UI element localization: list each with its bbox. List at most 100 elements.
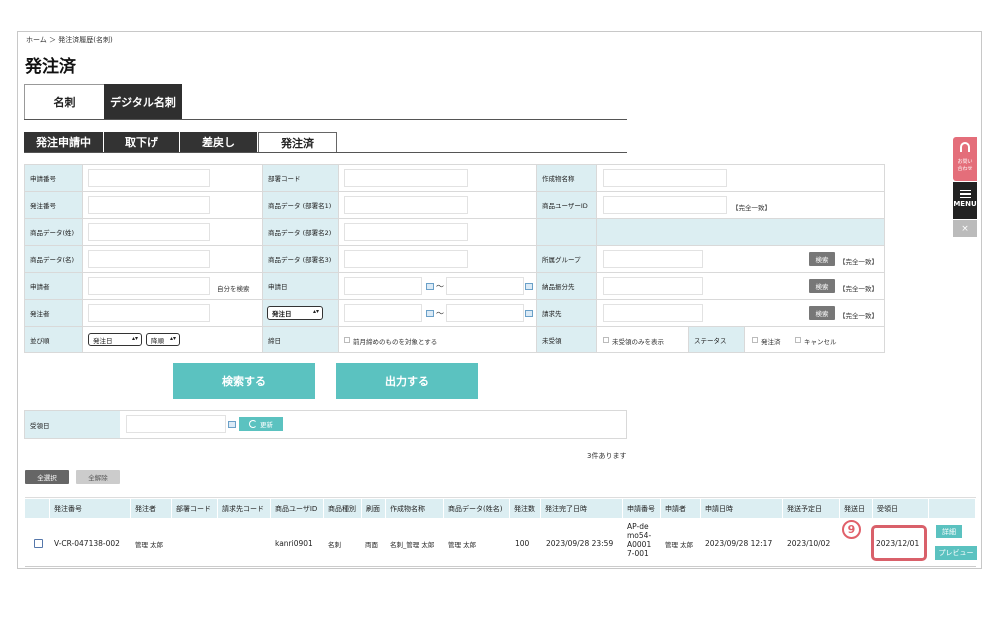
exact-match-note: 【完全一致】 (839, 258, 878, 266)
cell (339, 165, 537, 192)
tab-divider (24, 119, 627, 120)
unreceived-checkbox[interactable] (603, 337, 609, 343)
tab-withdrawn[interactable]: 取下げ (104, 132, 179, 152)
group-input[interactable] (603, 250, 703, 268)
applicant-input[interactable] (88, 277, 210, 295)
delivery-input[interactable] (603, 277, 703, 295)
close-icon[interactable]: × (953, 220, 977, 237)
cell (597, 165, 885, 192)
group-search-button[interactable]: 検索 (809, 252, 835, 266)
unreceived-only-label: 未受領のみを表示 (612, 338, 664, 346)
order-date-from[interactable] (344, 304, 422, 322)
label-dept2: 商品データ (部署名2) (263, 219, 339, 246)
work-name-input[interactable] (603, 169, 727, 187)
tab-ordered[interactable]: 発注済 (258, 132, 337, 152)
application-date-from[interactable] (344, 277, 422, 295)
dept3-input[interactable] (344, 250, 468, 268)
cell-kind: 名刺 (328, 541, 341, 549)
detail-button[interactable]: 詳細 (936, 525, 962, 538)
label-orderer: 発注者 (25, 300, 83, 327)
calendar-icon[interactable] (525, 310, 533, 317)
label-date-type: 発注日 ▴▾ (263, 300, 339, 327)
label-product-first: 商品データ(名) (25, 246, 83, 273)
cell (597, 219, 885, 246)
app-no-line: mo54- (627, 531, 652, 540)
sort-field-select[interactable]: 発注日 ▴▾ (88, 333, 142, 346)
tab-returned[interactable]: 差戻し (180, 132, 257, 152)
col-header: 刷面 (362, 499, 386, 518)
tab-pending[interactable]: 発注申請中 (24, 132, 103, 152)
orderer-input[interactable] (88, 304, 210, 322)
prev-deadline-label: 前月締めのものを対象とする (353, 338, 438, 346)
billing-input[interactable] (603, 304, 703, 322)
application-no-input[interactable] (88, 169, 210, 187)
label-sort-order: 並び順 (25, 327, 83, 353)
product-first-input[interactable] (88, 250, 210, 268)
cell: 検索 【完全一致】 (597, 246, 885, 273)
app-no-line: 7-001 (627, 549, 649, 558)
result-count: 3件あります (587, 452, 627, 460)
label-dept3: 商品データ (部署名3) (263, 246, 339, 273)
sort-direction-select[interactable]: 降順 ▴▾ (146, 333, 180, 346)
calendar-icon[interactable] (525, 283, 533, 290)
cell: 未受領のみを表示 (597, 327, 689, 353)
contact-widget[interactable]: お問い 合わせ (953, 137, 977, 181)
cell (83, 300, 263, 327)
application-date-to[interactable] (446, 277, 524, 295)
order-no-input[interactable] (88, 196, 210, 214)
billing-search-button[interactable]: 検索 (809, 306, 835, 320)
label-delivery: 納品振分先 (537, 273, 597, 300)
row-checkbox[interactable] (34, 539, 43, 548)
export-button[interactable]: 出力する (336, 363, 478, 399)
cell: 発注済 キャンセル (745, 327, 885, 353)
label-dept-code: 部署コード (263, 165, 339, 192)
tab-digital-meishi[interactable]: デジタル名刺 (104, 84, 182, 119)
refresh-icon (249, 420, 257, 428)
menu-label: MENU (953, 200, 977, 208)
product-last-input[interactable] (88, 223, 210, 241)
col-header: 受領日 (873, 499, 929, 518)
self-search-link[interactable]: 自分を検索 (217, 283, 250, 293)
col-header: 申請日時 (701, 499, 783, 518)
menu-widget[interactable]: MENU (953, 182, 977, 219)
label-product-user-id: 商品ユーザーID (537, 192, 597, 219)
tab-meishi[interactable]: 名刺 (24, 84, 104, 119)
cell-received: 2023/12/01 (876, 539, 920, 548)
delivery-search-button[interactable]: 検索 (809, 279, 835, 293)
deselect-all-button[interactable]: 全解除 (76, 470, 120, 484)
prev-deadline-checkbox[interactable] (344, 337, 350, 343)
search-button[interactable]: 検索する (173, 363, 315, 399)
calendar-icon[interactable] (228, 421, 236, 428)
select-all-button[interactable]: 全選択 (25, 470, 69, 484)
status-ordered-checkbox[interactable] (752, 337, 758, 343)
col-header-check (25, 499, 50, 518)
dept2-input[interactable] (344, 223, 468, 241)
calendar-icon[interactable] (426, 283, 434, 290)
product-user-id-input[interactable] (603, 196, 727, 214)
label-application-date: 申請日 (263, 273, 339, 300)
calendar-icon[interactable] (426, 310, 434, 317)
preview-button[interactable]: プレビュー (935, 546, 977, 560)
label-empty (537, 219, 597, 246)
dept1-input[interactable] (344, 196, 468, 214)
label-product-last: 商品データ(姓) (25, 219, 83, 246)
cell-applicant: 管理 太郎 (665, 541, 694, 549)
label-work-name: 作成物名称 (537, 165, 597, 192)
search-form: 申請番号 発注番号 商品データ(姓) 商品データ(名) 申請者 発注者 並び順 … (24, 164, 885, 353)
date-type-select[interactable]: 発注日 ▴▾ (267, 306, 323, 320)
cell: 〜 (339, 300, 537, 327)
cell: 検索 【完全一致】 (597, 273, 885, 300)
col-header: 商品データ(姓名) (444, 499, 510, 518)
update-button[interactable]: 更新 (239, 417, 283, 431)
cell-side: 両面 (365, 541, 378, 549)
status-cancel-checkbox[interactable] (795, 337, 801, 343)
col-header: 発注者 (131, 499, 172, 518)
receipt-date-input[interactable] (126, 415, 226, 433)
order-date-to[interactable] (446, 304, 524, 322)
sort-direction-value: 降順 (151, 336, 164, 345)
col-header: 発送予定日 (783, 499, 840, 518)
dept-code-input[interactable] (344, 169, 468, 187)
updown-icon: ▴▾ (169, 335, 176, 342)
hamburger-icon (959, 190, 971, 198)
range-tilde: 〜 (436, 282, 444, 291)
